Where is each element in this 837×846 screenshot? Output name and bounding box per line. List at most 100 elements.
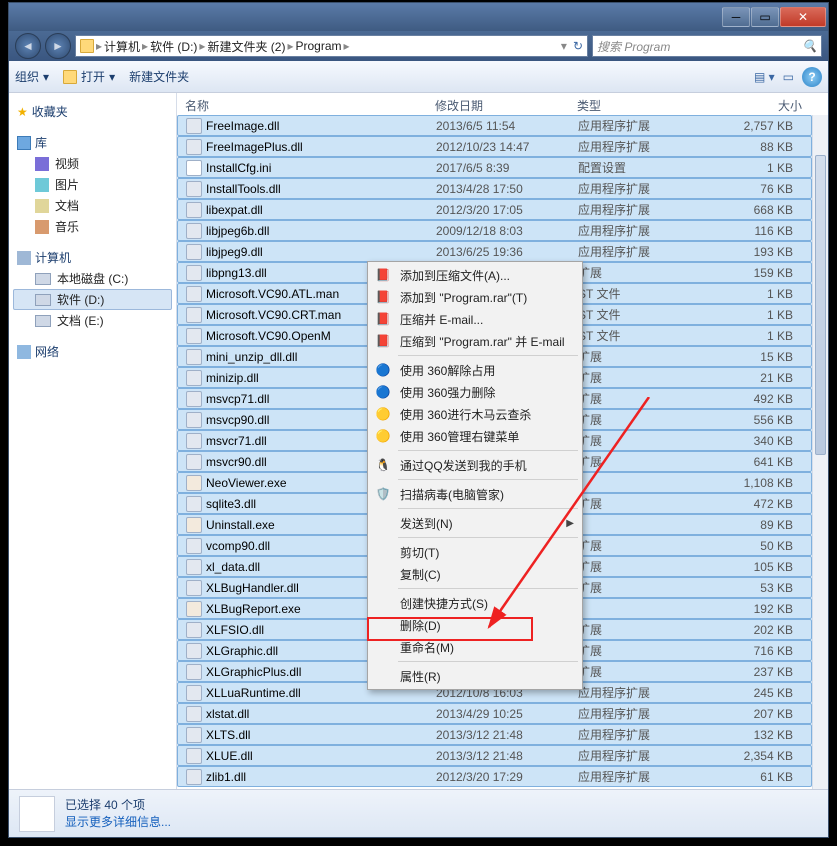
col-date[interactable]: 修改日期 [435,97,577,114]
crumb-folder1[interactable]: 新建文件夹 (2) [207,38,285,55]
favorites-head[interactable]: ★收藏夹 [13,101,172,122]
newfolder-button[interactable]: 新建文件夹 [129,68,189,85]
context-item[interactable]: 复制(C) [370,563,580,585]
libraries-head[interactable]: 库 [13,132,172,153]
file-size: 340 KB [704,434,803,448]
view-button[interactable]: ▤ ▾ [754,70,775,84]
status-link[interactable]: 显示更多详细信息... [65,814,171,831]
file-row[interactable]: XLUE.dll2013/3/12 21:48应用程序扩展2,354 KB [177,745,812,766]
address-bar: ◄ ► ▸ 计算机▸ 软件 (D:)▸ 新建文件夹 (2)▸ Program▸ … [9,31,828,61]
file-size: 105 KB [704,560,803,574]
sidebar-item-d[interactable]: 软件 (D:) [13,289,172,310]
scrollbar[interactable] [812,115,828,789]
crumb-computer[interactable]: 计算机 [104,38,140,55]
sidebar-item-e[interactable]: 文档 (E:) [13,310,172,331]
file-date: 2013/4/29 10:25 [436,707,578,721]
context-icon [374,667,392,685]
open-button[interactable]: 打开 ▾ [63,68,115,85]
file-icon [186,496,202,512]
folder-icon [63,70,77,84]
col-name[interactable]: 名称 [185,97,435,114]
breadcrumb[interactable]: ▸ 计算机▸ 软件 (D:)▸ 新建文件夹 (2)▸ Program▸ ▾ ↻ [75,35,588,57]
context-item[interactable]: 📕压缩到 "Program.rar" 并 E-mail [370,330,580,352]
crumb-folder2[interactable]: Program [295,39,341,53]
context-label: 添加到压缩文件(A)... [400,267,510,284]
file-date: 2012/10/23 14:47 [436,140,578,154]
context-item[interactable]: 🟡使用 360管理右键菜单 [370,425,580,447]
file-row[interactable]: InstallCfg.ini2017/6/5 8:39配置设置1 KB [177,157,812,178]
context-item[interactable]: 🛡️扫描病毒(电脑管家) [370,483,580,505]
context-label: 压缩并 E-mail... [400,311,483,328]
file-row[interactable]: FreeImage.dll2013/6/5 11:54应用程序扩展2,757 K… [177,115,812,136]
file-type: 应用程序扩展 [578,705,704,722]
file-type: 应用程序扩展 [578,747,704,764]
preview-button[interactable]: ▭ [783,70,794,84]
close-button[interactable]: ✕ [780,7,826,27]
back-button[interactable]: ◄ [15,33,41,59]
context-item[interactable]: 创建快捷方式(S) [370,592,580,614]
file-row[interactable]: xlstat.dll2013/4/29 10:25应用程序扩展207 KB [177,703,812,724]
organize-button[interactable]: 组织 ▾ [15,68,49,85]
file-row[interactable]: libjpeg6b.dll2009/12/18 8:03应用程序扩展116 KB [177,220,812,241]
col-type[interactable]: 类型 [577,97,703,114]
file-type: 扩展 [578,621,704,638]
search-input[interactable]: 搜索 Program 🔍 [592,35,822,57]
context-icon [374,514,392,532]
context-item[interactable]: 属性(R) [370,665,580,687]
context-label: 重命名(M) [400,639,454,656]
file-size: 132 KB [704,728,803,742]
context-item[interactable]: 🔵使用 360强力删除 [370,381,580,403]
forward-button[interactable]: ► [45,33,71,59]
context-item[interactable]: 剪切(T) [370,541,580,563]
network-head[interactable]: 网络 [13,341,172,362]
maximize-button[interactable]: ▭ [751,7,779,27]
sidebar-item-docs[interactable]: 文档 [13,195,172,216]
sidebar-item-pictures[interactable]: 图片 [13,174,172,195]
crumb-drive[interactable]: 软件 (D:) [150,38,197,55]
minimize-button[interactable]: ─ [722,7,750,27]
context-item[interactable]: 🐧通过QQ发送到我的手机 [370,454,580,476]
context-icon: 📕 [374,266,392,284]
file-size: 668 KB [704,203,803,217]
context-item[interactable]: 发送到(N)▶ [370,512,580,534]
explorer-window: ─ ▭ ✕ ◄ ► ▸ 计算机▸ 软件 (D:)▸ 新建文件夹 (2)▸ Pro… [8,2,829,838]
refresh-icon[interactable]: ↻ [573,39,583,53]
sidebar-item-c[interactable]: 本地磁盘 (C:) [13,268,172,289]
context-item[interactable]: 📕添加到 "Program.rar"(T) [370,286,580,308]
col-size[interactable]: 大小 [703,97,820,114]
sidebar-item-music[interactable]: 音乐 [13,216,172,237]
file-name: vcomp90.dll [206,539,270,553]
file-size: 76 KB [704,182,803,196]
file-size: 1,108 KB [704,476,803,490]
file-size: 159 KB [704,266,803,280]
scroll-thumb[interactable] [815,155,826,455]
file-row[interactable]: libexpat.dll2012/3/20 17:05应用程序扩展668 KB [177,199,812,220]
titlebar[interactable]: ─ ▭ ✕ [9,3,828,31]
file-icon [186,265,202,281]
file-name: msvcp71.dll [206,392,269,406]
file-type: 应用程序扩展 [578,222,704,239]
context-icon: 🔵 [374,383,392,401]
context-item[interactable]: 📕压缩并 E-mail... [370,308,580,330]
context-label: 扫描病毒(电脑管家) [400,486,504,503]
file-row[interactable]: InstallTools.dll2013/4/28 17:50应用程序扩展76 … [177,178,812,199]
file-icon [186,685,202,701]
separator [398,588,578,589]
file-icon [186,286,202,302]
sidebar-item-video[interactable]: 视频 [13,153,172,174]
file-type: 扩展 [578,453,704,470]
file-name: FreeImagePlus.dll [206,140,303,154]
computer-head[interactable]: 计算机 [13,247,172,268]
file-name: xl_data.dll [206,560,260,574]
help-icon[interactable]: ? [802,67,822,87]
file-row[interactable]: libjpeg9.dll2013/6/25 19:36应用程序扩展193 KB [177,241,812,262]
context-item[interactable]: 📕 添加到压缩文件(A)... [370,264,580,286]
file-row[interactable]: FreeImagePlus.dll2012/10/23 14:47应用程序扩展8… [177,136,812,157]
file-row[interactable]: zlib1.dll2012/3/20 17:29应用程序扩展61 KB [177,766,812,787]
library-icon [17,136,31,150]
toolbar: 组织 ▾ 打开 ▾ 新建文件夹 ▤ ▾ ▭ ? [9,61,828,93]
file-type: 扩展 [578,390,704,407]
file-row[interactable]: XLTS.dll2013/3/12 21:48应用程序扩展132 KB [177,724,812,745]
context-item[interactable]: 🔵使用 360解除占用 [370,359,580,381]
context-item[interactable]: 🟡使用 360进行木马云查杀 [370,403,580,425]
